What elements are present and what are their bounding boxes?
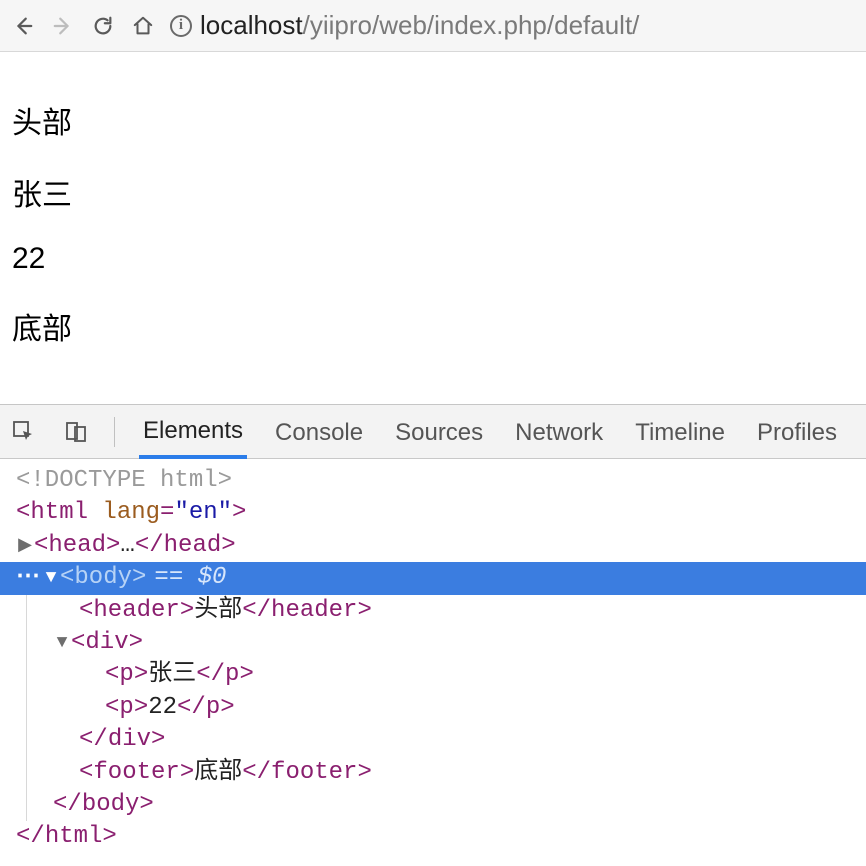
- dom-html-close[interactable]: </html>: [16, 821, 866, 853]
- tab-console[interactable]: Console: [271, 407, 367, 457]
- page-name-text: 张三: [12, 170, 854, 214]
- tab-sources[interactable]: Sources: [391, 407, 487, 457]
- site-info-icon[interactable]: i: [170, 15, 192, 37]
- dom-body-close[interactable]: </body>: [27, 789, 866, 821]
- page-age-text: 22: [12, 242, 854, 276]
- selected-node-marker: == $0: [154, 562, 226, 594]
- back-button[interactable]: [10, 13, 36, 39]
- overflow-ellipsis-icon: ⋯: [16, 562, 42, 594]
- browser-toolbar: i localhost/yiipro/web/index.php/default…: [0, 0, 866, 52]
- dom-footer[interactable]: <footer>底部</footer>: [27, 757, 866, 789]
- inspect-element-icon[interactable]: [10, 418, 38, 446]
- expand-triangle-down-icon[interactable]: ▼: [42, 566, 60, 590]
- url-host: localhost: [200, 10, 303, 40]
- dom-div-open[interactable]: ▼<div>: [27, 627, 866, 659]
- elements-tree[interactable]: <!DOCTYPE html> <html lang="en"> ▶<head>…: [0, 459, 866, 866]
- device-toggle-icon[interactable]: [62, 418, 90, 446]
- address-bar[interactable]: i localhost/yiipro/web/index.php/default…: [170, 10, 856, 41]
- dom-html-open[interactable]: <html lang="en">: [16, 497, 866, 529]
- tab-elements[interactable]: Elements: [139, 405, 247, 459]
- dom-header[interactable]: <header>头部</header>: [27, 595, 866, 627]
- dom-div-close[interactable]: </div>: [27, 724, 866, 756]
- dom-body-selected[interactable]: ⋯▼<body>== $0: [0, 562, 866, 594]
- dom-head[interactable]: ▶<head>…</head>: [16, 530, 866, 562]
- page-header-text: 头部: [12, 98, 854, 142]
- forward-button[interactable]: [50, 13, 76, 39]
- expand-triangle-down-icon[interactable]: ▼: [53, 631, 71, 655]
- tab-network[interactable]: Network: [511, 407, 607, 457]
- devtools-panel: Elements Console Sources Network Timelin…: [0, 404, 866, 866]
- tab-profiles[interactable]: Profiles: [753, 407, 841, 457]
- url-path: /yiipro/web/index.php/default/: [303, 10, 640, 40]
- dom-p2[interactable]: <p>22</p>: [27, 692, 866, 724]
- home-button[interactable]: [130, 13, 156, 39]
- page-viewport: 头部 张三 22 底部: [0, 52, 866, 404]
- reload-button[interactable]: [90, 13, 116, 39]
- tab-timeline[interactable]: Timeline: [631, 407, 729, 457]
- tab-separator: [114, 417, 115, 447]
- page-footer-text: 底部: [12, 304, 854, 348]
- dom-p1[interactable]: <p>张三</p>: [27, 659, 866, 691]
- expand-triangle-right-icon[interactable]: ▶: [16, 534, 34, 558]
- dom-doctype[interactable]: <!DOCTYPE html>: [16, 465, 866, 497]
- devtools-tabbar: Elements Console Sources Network Timelin…: [0, 405, 866, 459]
